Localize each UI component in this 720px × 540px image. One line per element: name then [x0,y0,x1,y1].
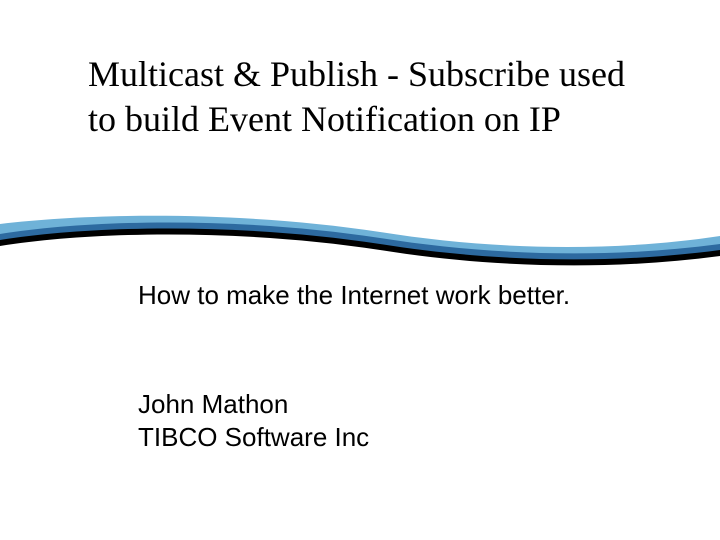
slide-author-block: John Mathon TIBCO Software Inc [138,388,369,453]
author-org: TIBCO Software Inc [138,421,369,454]
divider-wave-graphic [0,212,720,272]
slide-title: Multicast & Publish - Subscribe used to … [88,52,648,142]
author-name: John Mathon [138,388,369,421]
slide-subtitle: How to make the Internet work better. [138,280,598,311]
